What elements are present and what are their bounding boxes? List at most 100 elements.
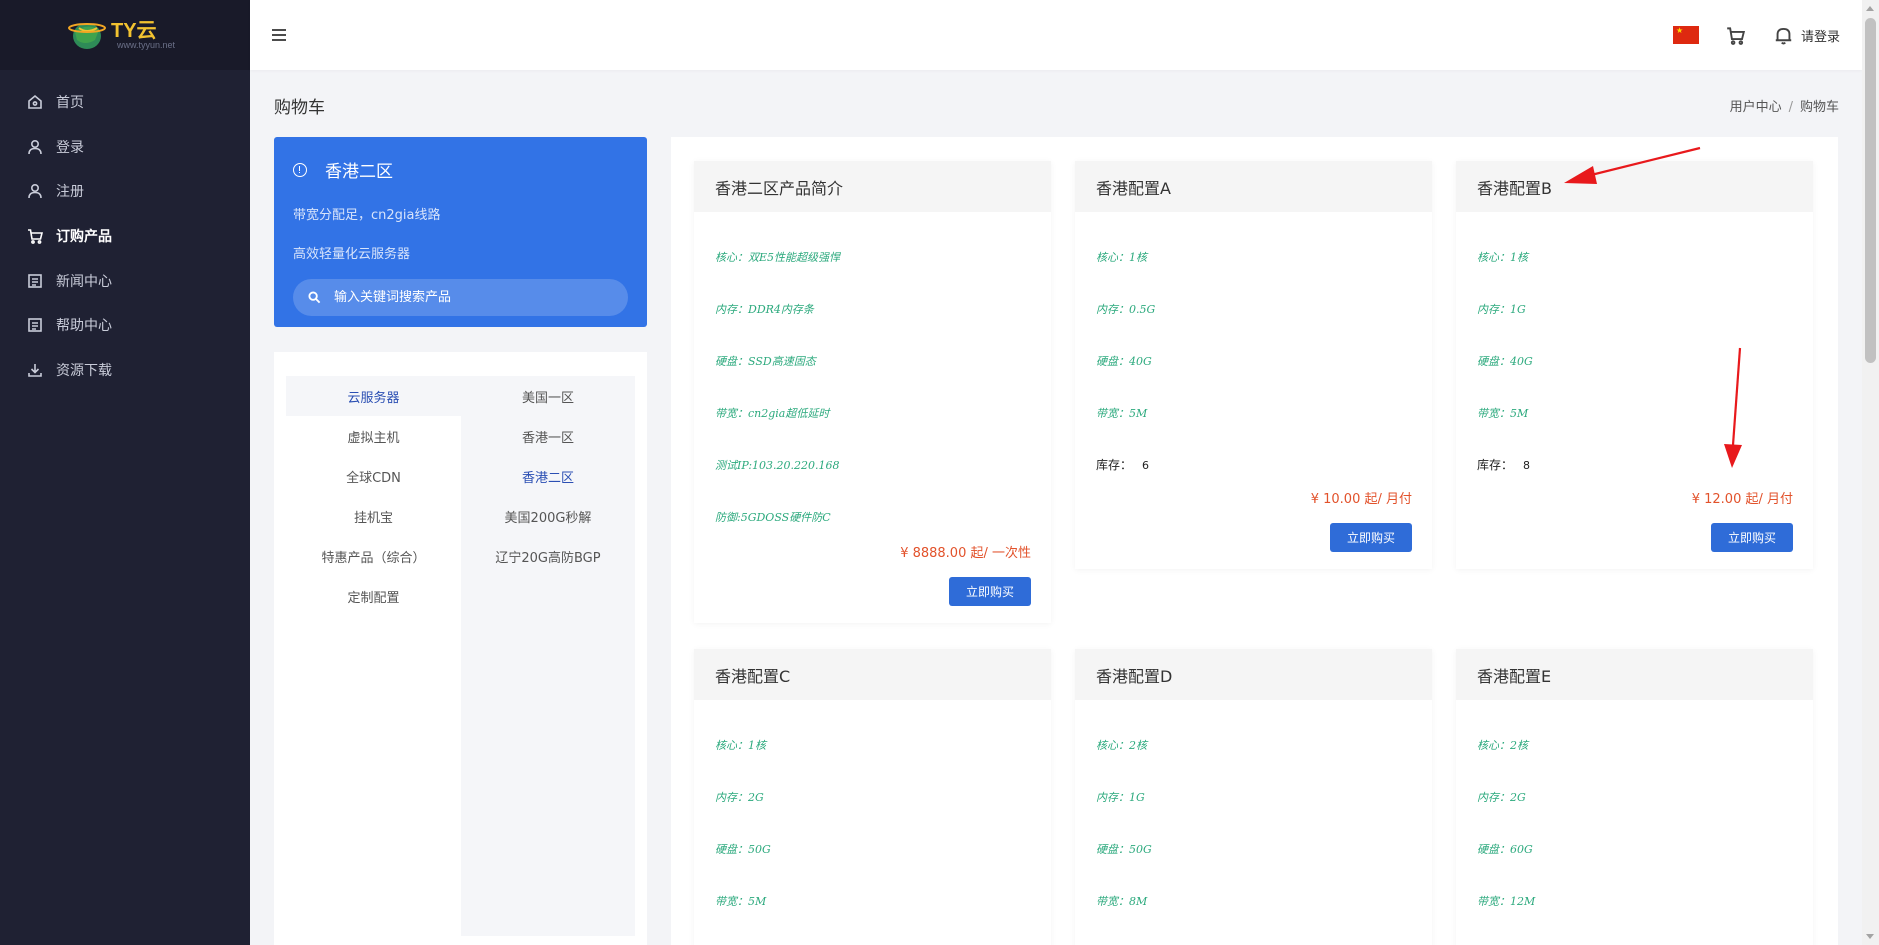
document-icon [26, 272, 44, 290]
product-spec: 防御:5GDOSS硬件防C [715, 511, 831, 524]
product-card: 香港配置D 核心：2核 内存：1G 硬盘：50G 带宽：8M [1075, 649, 1432, 945]
product-price: ¥ 8888.00 起/ 一次性 [900, 546, 1031, 561]
product-title: 香港配置E [1456, 649, 1813, 700]
stock-value: 6 [1142, 459, 1150, 472]
product-spec: 测试IP:103.20.220.168 [715, 459, 840, 472]
product-spec: 核心：2核 [1096, 739, 1147, 752]
product-price: ¥ 10.00 起/ 月付 [1310, 492, 1412, 507]
product-title: 香港配置A [1075, 161, 1432, 212]
breadcrumb: 用户中心 / 购物车 [1730, 96, 1839, 115]
cart-icon [26, 227, 44, 245]
region-header: 香港二区 [293, 157, 628, 182]
breadcrumb-user-center[interactable]: 用户中心 [1730, 100, 1782, 115]
buy-now-button[interactable]: 立即购买 [949, 577, 1031, 606]
subcategory-us-200g[interactable]: 美国200G秒解 [461, 496, 635, 536]
product-card: 香港二区产品简介 核心：双E5性能超级强悍 内存：DDR4内存条 硬盘：SSD高… [694, 161, 1051, 623]
breadcrumb-current: 购物车 [1799, 100, 1839, 115]
header-actions: ★ 请登录 [1672, 24, 1862, 46]
search-icon [308, 291, 321, 304]
subcategory-us-zone-1[interactable]: 美国一区 [461, 376, 635, 416]
sidebar-item-label: 订购产品 [56, 229, 112, 246]
sidebar-item-register[interactable]: 注册 [0, 169, 250, 214]
sidebar-item-news[interactable]: 新闻中心 [0, 258, 250, 303]
subcategory-liaoning-bgp[interactable]: 辽宁20G高防BGP [461, 536, 635, 576]
category-global-cdn[interactable]: 全球CDN [286, 456, 461, 496]
category-hosting-box[interactable]: 挂机宝 [286, 496, 461, 536]
sidebar: TY云 www.tyyun.net 首页 登录 注册 订购产品 新闻中心 帮助中… [0, 0, 250, 945]
user-icon [26, 138, 44, 156]
product-spec: 带宽：8M [1096, 895, 1148, 908]
category-virtual-host[interactable]: 虚拟主机 [286, 416, 461, 456]
info-icon [293, 162, 307, 177]
product-card: 香港配置E 核心：2核 内存：2G 硬盘：60G 带宽：12M [1456, 649, 1813, 945]
scroll-up-arrow-icon[interactable] [1866, 6, 1874, 11]
product-price: ¥ 12.00 起/ 月付 [1691, 492, 1793, 507]
product-spec: 硬盘：50G [715, 843, 771, 856]
product-spec: 硬盘：50G [1096, 843, 1152, 856]
sidebar-item-label: 资源下载 [56, 362, 112, 379]
notification-button[interactable] [1773, 24, 1795, 46]
region-description-1: 带宽分配足，cn2gia线路 [293, 208, 441, 223]
bell-icon [1776, 27, 1792, 44]
category-columns: 云服务器 虚拟主机 全球CDN 挂机宝 特惠产品（综合） 定制配置 美国一区 香… [286, 376, 635, 936]
product-stock: 库存： 6 [1096, 456, 1149, 473]
product-spec: 硬盘：40G [1096, 355, 1152, 368]
login-link[interactable]: 请登录 [1801, 26, 1840, 45]
top-header: ★ 请登录 [250, 0, 1862, 70]
product-spec: 带宽：5M [715, 895, 767, 908]
product-spec: 内存：1G [1096, 791, 1145, 804]
subcategory-hk-zone-1[interactable]: 香港一区 [461, 416, 635, 456]
subcategory-list: 美国一区 香港一区 香港二区 美国200G秒解 辽宁20G高防BGP [461, 376, 635, 936]
product-spec: 内存：0.5G [1096, 303, 1156, 316]
product-spec: 内存：1G [1477, 303, 1526, 316]
scroll-down-arrow-icon[interactable] [1866, 934, 1874, 939]
logo[interactable]: TY云 www.tyyun.net [55, 12, 195, 58]
product-card: 香港配置B 核心：1核 内存：1G 硬盘：40G 带宽：5M 库存： 8 ¥ 12… [1456, 161, 1813, 569]
category-panel: 云服务器 虚拟主机 全球CDN 挂机宝 特惠产品（综合） 定制配置 美国一区 香… [274, 352, 647, 945]
globe-logo-icon [68, 23, 106, 49]
logo-subtext: www.tyyun.net [117, 40, 176, 50]
product-card: 香港配置C 核心：1核 内存：2G 硬盘：50G 带宽：5M [694, 649, 1051, 945]
product-title: 香港配置C [694, 649, 1051, 700]
product-spec: 带宽：5M [1096, 407, 1148, 420]
buy-now-button[interactable]: 立即购买 [1330, 523, 1412, 552]
product-search-input[interactable] [334, 290, 614, 305]
product-spec: 硬盘：60G [1477, 843, 1533, 856]
sidebar-item-order-products[interactable]: 订购产品 [0, 214, 250, 259]
product-spec: 内存：2G [1477, 791, 1526, 804]
document-icon [26, 316, 44, 334]
cart-button[interactable] [1725, 24, 1747, 46]
sidebar-nav: 首页 登录 注册 订购产品 新闻中心 帮助中心 资源下载 [0, 70, 250, 392]
product-search-box[interactable] [293, 279, 628, 316]
category-cloud-server[interactable]: 云服务器 [286, 376, 461, 416]
products-panel: 香港二区产品简介 核心：双E5性能超级强悍 内存：DDR4内存条 硬盘：SSD高… [671, 137, 1838, 945]
category-custom-config[interactable]: 定制配置 [286, 576, 461, 616]
sidebar-item-downloads[interactable]: 资源下载 [0, 348, 250, 393]
china-flag-icon[interactable]: ★ [1672, 26, 1699, 44]
scroll-thumb[interactable] [1865, 18, 1876, 363]
stock-value: 8 [1523, 459, 1531, 472]
product-spec: 带宽：cn2gia超低延时 [715, 407, 830, 420]
buy-now-button[interactable]: 立即购买 [1711, 523, 1793, 552]
product-spec: 内存：DDR4内存条 [715, 303, 814, 316]
product-spec: 核心：1核 [1096, 251, 1147, 264]
product-spec: 硬盘：SSD高速固态 [715, 355, 816, 368]
category-special-offers[interactable]: 特惠产品（综合） [286, 536, 461, 576]
menu-toggle-button[interactable] [268, 24, 290, 46]
sidebar-item-label: 帮助中心 [56, 318, 112, 335]
logo-text: TY云 [111, 20, 157, 42]
subcategory-hk-zone-2[interactable]: 香港二区 [461, 456, 635, 496]
product-spec: 带宽：12M [1477, 895, 1536, 908]
home-icon [26, 93, 44, 111]
page-scrollbar[interactable] [1862, 0, 1879, 945]
product-card: 香港配置A 核心：1核 内存：0.5G 硬盘：40G 带宽：5M 库存： 6 ¥ … [1075, 161, 1432, 569]
stock-label: 库存： [1477, 458, 1514, 472]
sidebar-item-help[interactable]: 帮助中心 [0, 303, 250, 348]
sidebar-item-home[interactable]: 首页 [0, 80, 250, 125]
region-title: 香港二区 [325, 162, 393, 182]
product-spec: 硬盘：40G [1477, 355, 1533, 368]
sidebar-item-login[interactable]: 登录 [0, 125, 250, 170]
product-spec: 核心：1核 [715, 739, 766, 752]
hamburger-icon [272, 29, 286, 41]
sidebar-item-label: 新闻中心 [56, 273, 112, 290]
